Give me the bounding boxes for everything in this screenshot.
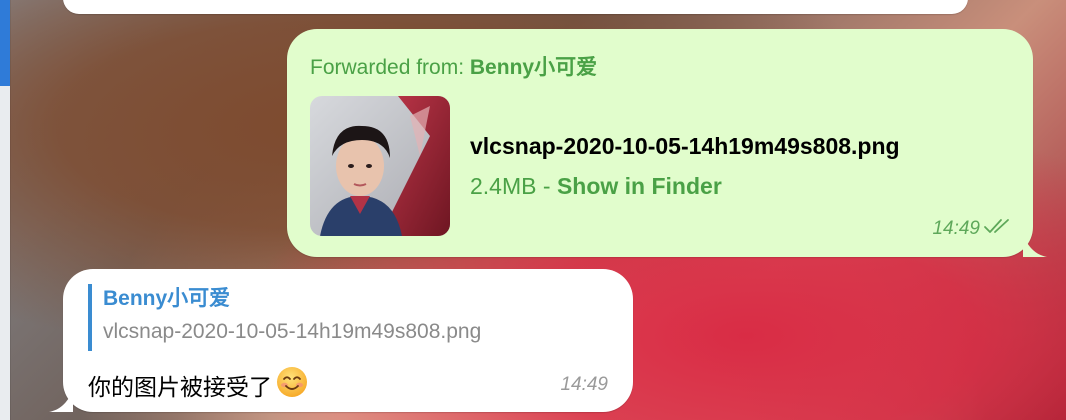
meta-separator: -	[536, 173, 557, 199]
sidebar-edge	[0, 0, 11, 420]
message-time: 14:49	[560, 374, 608, 395]
message-text-row: 你的图片被接受了	[88, 366, 308, 404]
file-name: vlcsnap-2020-10-05-14h19m49s808.png	[470, 133, 900, 159]
file-size: 2.4MB	[470, 173, 537, 199]
quoted-text: vlcsnap-2020-10-05-14h19m49s808.png	[103, 320, 482, 343]
quoted-sender-name: Benny小可爱	[103, 287, 231, 310]
forwarded-header: Forwarded from: Benny小可爱	[310, 51, 597, 81]
forwarded-file-message[interactable]: Forwarded from: Benny小可爱 vlcsnap-2020-10…	[287, 29, 1033, 257]
message-time: 14:49	[932, 218, 980, 239]
quoted-reply[interactable]: Benny小可爱 vlcsnap-2020-10-05-14h19m49s808…	[88, 284, 481, 351]
message-meta: 14:49	[932, 217, 1011, 241]
show-in-finder-link[interactable]: Show in Finder	[557, 173, 722, 199]
smiling-emoji-icon	[276, 366, 308, 404]
double-check-icon	[983, 217, 1011, 241]
forwarded-prefix: Forwarded from:	[310, 56, 470, 79]
image-thumbnail[interactable]	[310, 96, 450, 236]
previous-message-bubble[interactable]	[63, 0, 968, 14]
reply-message[interactable]: Benny小可爱 vlcsnap-2020-10-05-14h19m49s808…	[63, 269, 633, 412]
message-text: 你的图片被接受了	[88, 374, 272, 400]
file-meta: 2.4MB - Show in Finder	[470, 173, 722, 200]
forwarded-sender-name[interactable]: Benny小可爱	[470, 56, 597, 79]
